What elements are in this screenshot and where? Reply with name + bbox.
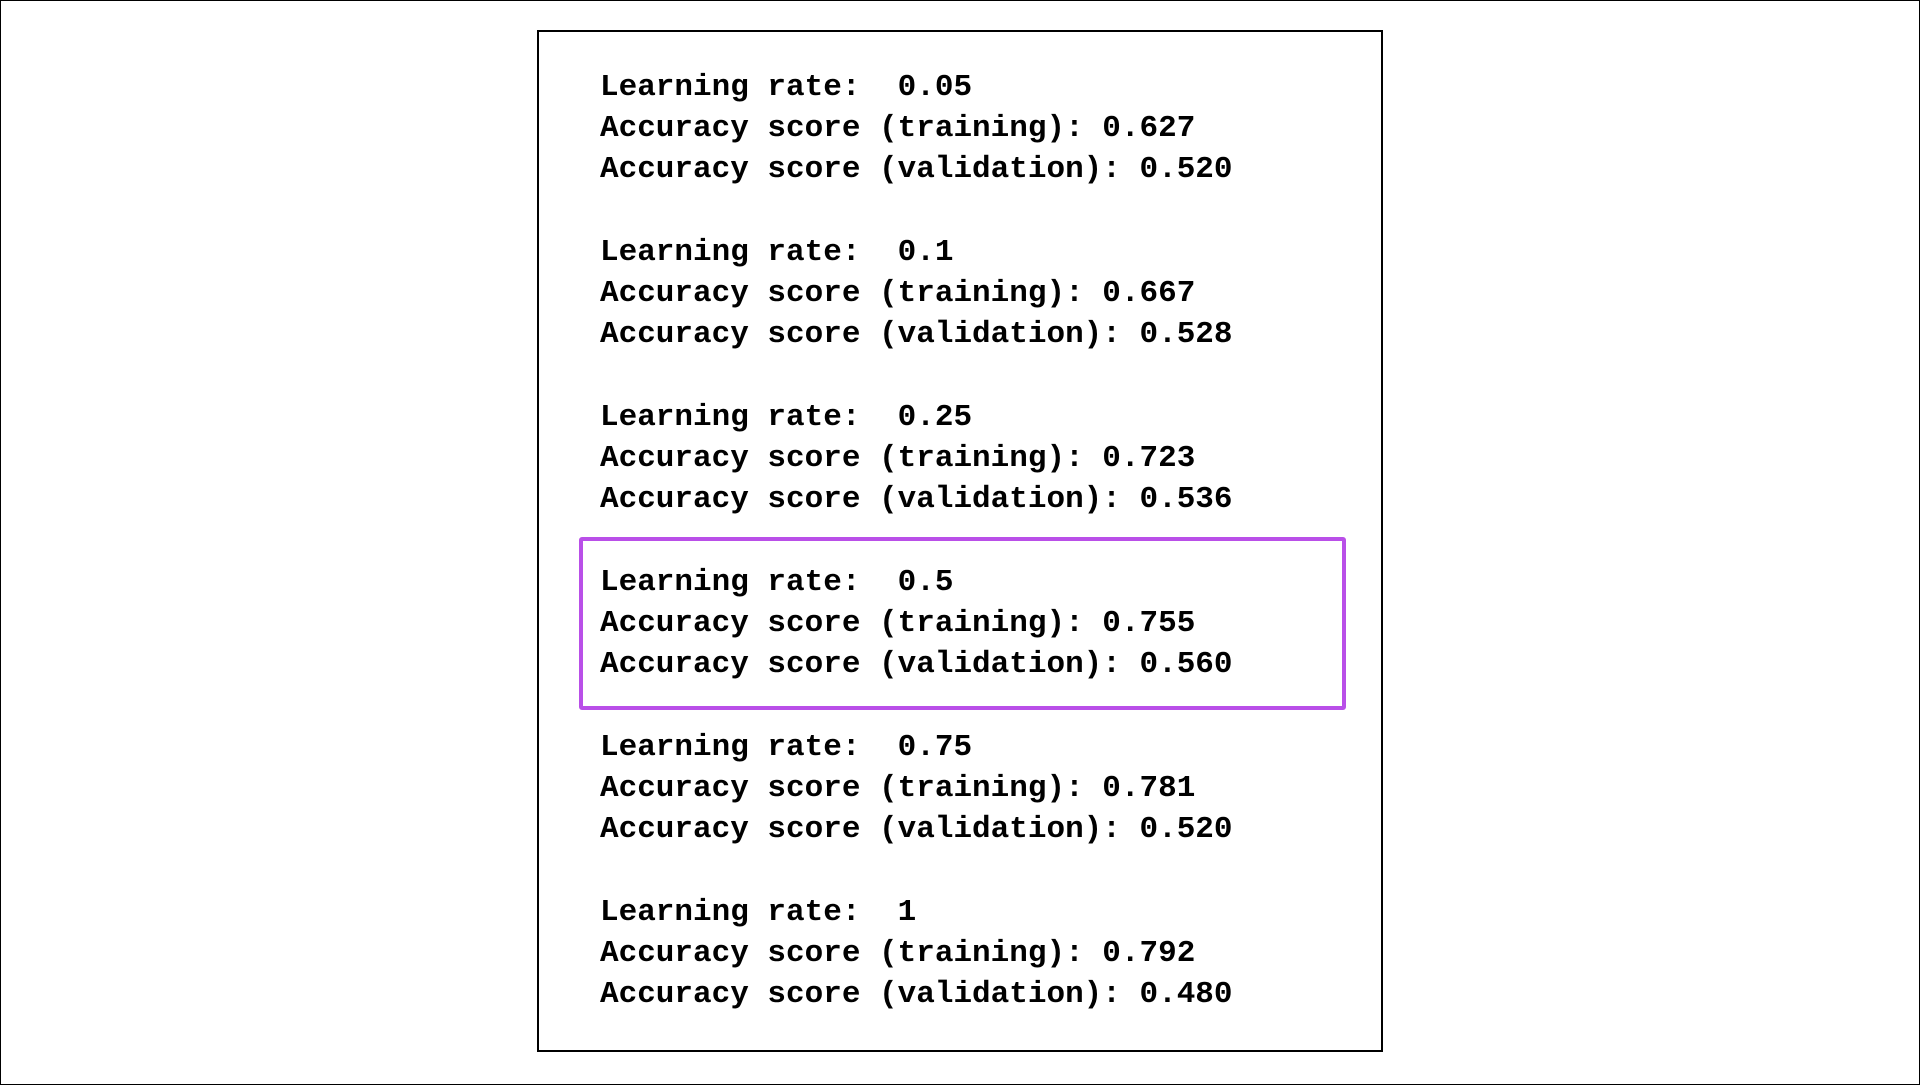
training-accuracy-value: 0.755	[1102, 606, 1196, 641]
training-accuracy-value: 0.627	[1102, 111, 1196, 146]
result-block: Learning rate: 0.75 Accuracy score (trai…	[600, 727, 1360, 850]
training-accuracy-label: Accuracy score (training):	[600, 276, 1103, 311]
learning-rate-value: 0.25	[897, 400, 973, 435]
learning-rate-line: Learning rate: 0.1	[600, 232, 1360, 273]
learning-rate-label: Learning rate:	[600, 400, 898, 435]
learning-rate-line: Learning rate: 0.05	[600, 67, 1360, 108]
training-accuracy-value: 0.723	[1102, 441, 1196, 476]
validation-accuracy-value: 0.480	[1139, 977, 1233, 1012]
training-accuracy-label: Accuracy score (training):	[600, 111, 1103, 146]
learning-rate-label: Learning rate:	[600, 235, 898, 270]
training-accuracy-line: Accuracy score (training): 0.667	[600, 273, 1360, 314]
learning-rate-label: Learning rate:	[600, 70, 898, 105]
validation-accuracy-line: Accuracy score (validation): 0.560	[600, 644, 1360, 685]
validation-accuracy-label: Accuracy score (validation):	[600, 482, 1140, 517]
validation-accuracy-line: Accuracy score (validation): 0.536	[600, 479, 1360, 520]
console-output-panel: Learning rate: 0.05 Accuracy score (trai…	[537, 30, 1383, 1052]
validation-accuracy-line: Accuracy score (validation): 0.520	[600, 149, 1360, 190]
result-block: Learning rate: 1 Accuracy score (trainin…	[600, 892, 1360, 1015]
learning-rate-label: Learning rate:	[600, 895, 898, 930]
validation-accuracy-label: Accuracy score (validation):	[600, 977, 1140, 1012]
validation-accuracy-value: 0.560	[1139, 647, 1233, 682]
training-accuracy-value: 0.667	[1102, 276, 1196, 311]
validation-accuracy-label: Accuracy score (validation):	[600, 812, 1140, 847]
validation-accuracy-value: 0.520	[1139, 152, 1233, 187]
training-accuracy-line: Accuracy score (training): 0.723	[600, 438, 1360, 479]
training-accuracy-line: Accuracy score (training): 0.755	[600, 603, 1360, 644]
training-accuracy-value: 0.792	[1102, 936, 1196, 971]
validation-accuracy-line: Accuracy score (validation): 0.480	[600, 974, 1360, 1015]
learning-rate-value: 0.1	[897, 235, 954, 270]
learning-rate-line: Learning rate: 0.5	[600, 562, 1360, 603]
validation-accuracy-label: Accuracy score (validation):	[600, 647, 1140, 682]
learning-rate-label: Learning rate:	[600, 730, 898, 765]
training-accuracy-label: Accuracy score (training):	[600, 441, 1103, 476]
result-block-highlighted: Learning rate: 0.5 Accuracy score (train…	[600, 562, 1360, 685]
validation-accuracy-value: 0.536	[1139, 482, 1233, 517]
result-block: Learning rate: 0.05 Accuracy score (trai…	[600, 67, 1360, 190]
learning-rate-value: 0.05	[897, 70, 973, 105]
learning-rate-value: 0.75	[897, 730, 973, 765]
result-block: Learning rate: 0.25 Accuracy score (trai…	[600, 397, 1360, 520]
validation-accuracy-value: 0.520	[1139, 812, 1233, 847]
validation-accuracy-label: Accuracy score (validation):	[600, 152, 1140, 187]
learning-rate-value: 0.5	[897, 565, 954, 600]
validation-accuracy-value: 0.528	[1139, 317, 1233, 352]
training-accuracy-label: Accuracy score (training):	[600, 936, 1103, 971]
training-accuracy-line: Accuracy score (training): 0.781	[600, 768, 1360, 809]
validation-accuracy-line: Accuracy score (validation): 0.520	[600, 809, 1360, 850]
learning-rate-line: Learning rate: 0.25	[600, 397, 1360, 438]
learning-rate-line: Learning rate: 0.75	[600, 727, 1360, 768]
learning-rate-label: Learning rate:	[600, 565, 898, 600]
learning-rate-value: 1	[897, 895, 917, 930]
validation-accuracy-line: Accuracy score (validation): 0.528	[600, 314, 1360, 355]
result-block: Learning rate: 0.1 Accuracy score (train…	[600, 232, 1360, 355]
training-accuracy-line: Accuracy score (training): 0.627	[600, 108, 1360, 149]
training-accuracy-line: Accuracy score (training): 0.792	[600, 933, 1360, 974]
training-accuracy-value: 0.781	[1102, 771, 1196, 806]
validation-accuracy-label: Accuracy score (validation):	[600, 317, 1140, 352]
training-accuracy-label: Accuracy score (training):	[600, 771, 1103, 806]
learning-rate-line: Learning rate: 1	[600, 892, 1360, 933]
training-accuracy-label: Accuracy score (training):	[600, 606, 1103, 641]
